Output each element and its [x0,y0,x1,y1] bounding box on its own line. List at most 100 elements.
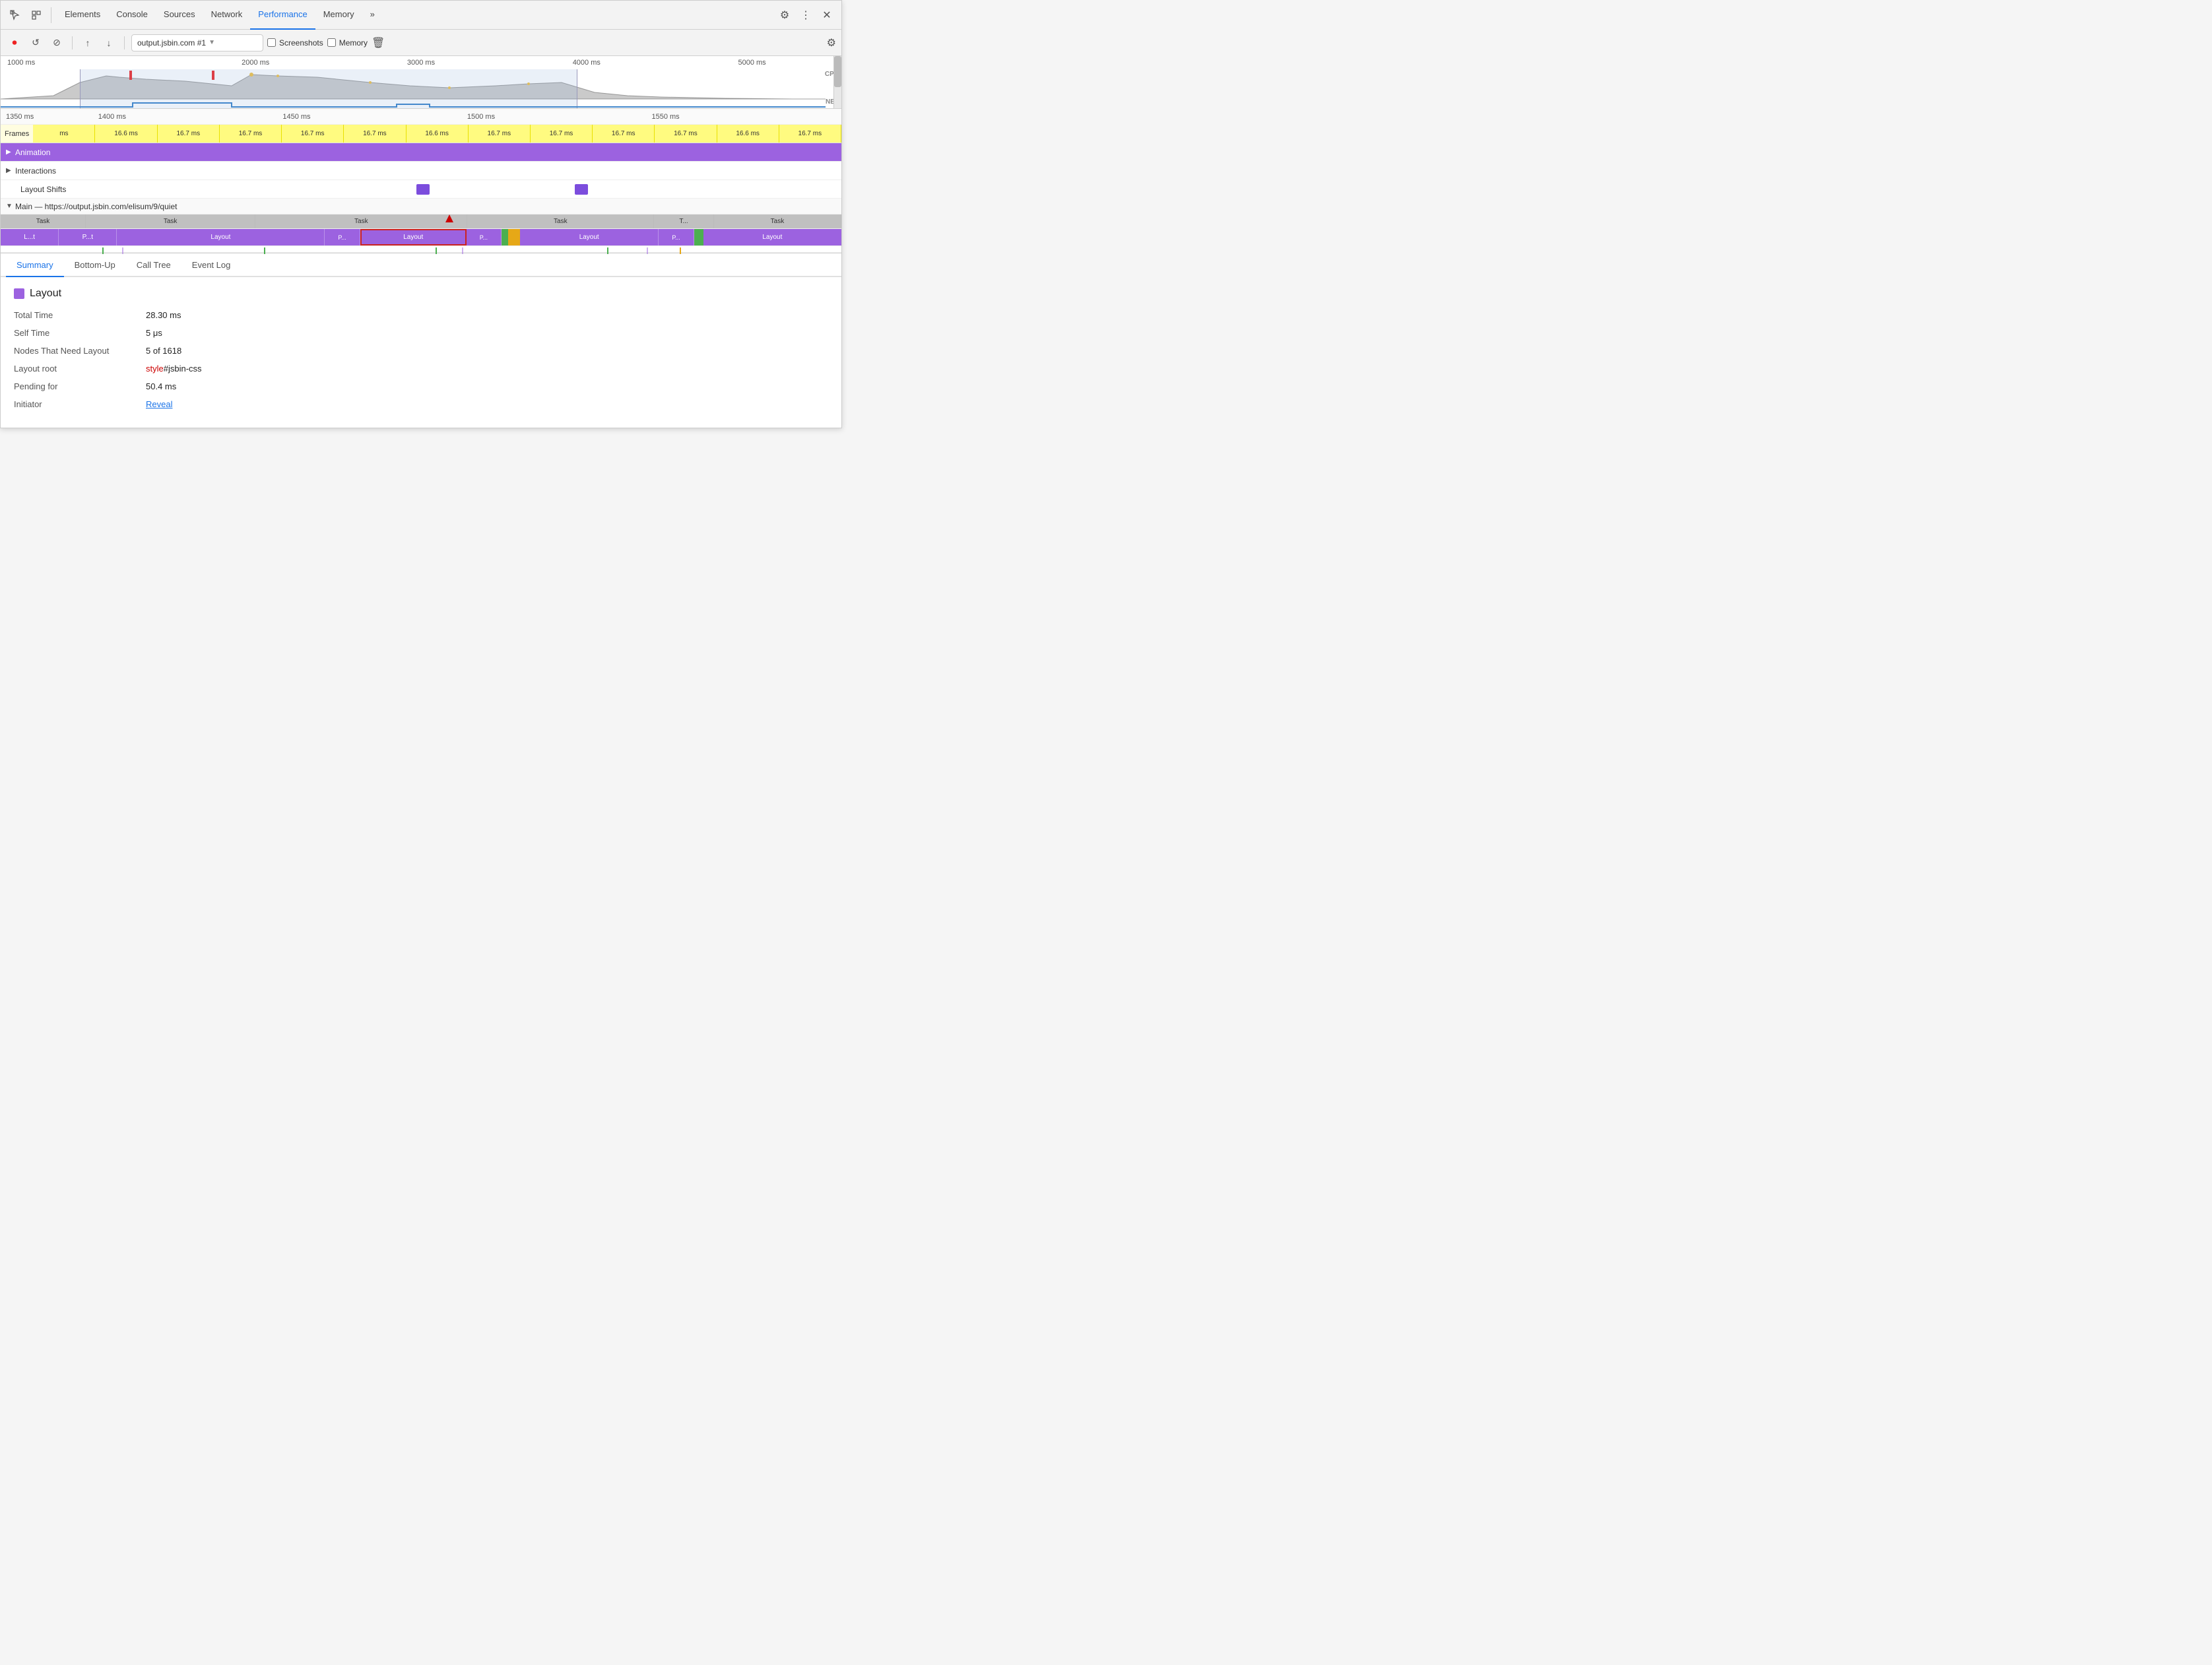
flame-p1: P... [325,229,360,245]
inspect-icon[interactable] [27,6,46,24]
nodes-key: Nodes That Need Layout [14,346,146,356]
frame-9: 16.7 ms [593,125,655,143]
devtools-window: Elements Console Sources Network Perform… [0,0,842,428]
performance-toolbar: ⏺ ↺ ⊘ ↑ ↓ output.jsbin.com #1 ▼ Screensh… [1,30,841,56]
t-tick-1400: 1400 ms [98,113,283,121]
detail-timeline: 1350 ms 1400 ms 1450 ms 1500 ms 1550 ms … [1,109,841,253]
tick-1000: 1000 ms [7,59,173,67]
t-tick-1500: 1500 ms [467,113,652,121]
tab-event-log[interactable]: Event Log [181,253,242,277]
interactions-row[interactable]: ▶ Interactions [1,162,841,180]
flame-layout-2: Layout [520,229,659,245]
bottom-panel: Summary Bottom-Up Call Tree Event Log La… [1,253,841,428]
frame-3: 16.7 ms [220,125,282,143]
long-task-marker [445,214,453,222]
flame-layout-1: Layout [117,229,325,245]
close-icon[interactable]: ✕ [818,6,836,24]
screenshots-checkbox-label[interactable]: Screenshots [267,38,323,48]
summary-title: Layout [14,288,828,300]
tab-call-tree[interactable]: Call Tree [126,253,181,277]
reload-record-button[interactable]: ↺ [27,34,44,51]
tab-performance[interactable]: Performance [250,1,315,30]
overview-scrollbar[interactable] [833,56,841,108]
flame-p2: P... [467,229,502,245]
frame-5: 16.7 ms [344,125,406,143]
download-button[interactable]: ↓ [100,34,117,51]
timeline-ruler: 1350 ms 1400 ms 1450 ms 1500 ms 1550 ms [1,109,841,125]
tick-5000: 5000 ms [669,59,835,67]
memory-checkbox-label[interactable]: Memory [327,38,368,48]
pending-val: 50.4 ms [146,381,176,391]
tab-more[interactable]: » [362,1,383,30]
total-time-val: 28.30 ms [146,310,181,320]
record-button[interactable]: ⏺ [6,34,23,51]
flame-row-1: L...t P...t Layout P... Layout P... Layo… [1,229,841,246]
screenshots-checkbox[interactable] [267,38,276,47]
sub-indicators-svg [1,247,841,254]
self-time-val: 5 μs [146,328,162,338]
tab-console[interactable]: Console [108,1,156,30]
capture-settings-icon[interactable]: ⚙ [827,36,836,49]
settings-icon[interactable]: ⚙ [775,6,794,24]
task-3: Task [467,214,654,228]
frame-2: 16.7 ms [158,125,220,143]
summary-row-initiator: Initiator Reveal [14,399,828,409]
flame-pt: P...t [59,229,117,245]
flame-orange [508,229,520,245]
style-keyword: style [146,364,164,374]
animation-expand-icon[interactable]: ▶ [6,148,15,156]
tick-3000: 3000 ms [339,59,504,67]
interactions-expand-icon[interactable]: ▶ [6,167,15,174]
cursor-icon[interactable] [6,6,24,24]
frame-12: 16.7 ms [779,125,841,143]
tab-network[interactable]: Network [203,1,251,30]
frame-4: 16.7 ms [282,125,344,143]
task-5: Task [714,214,841,228]
t-tick-1350: 1350 ms [6,113,98,121]
summary-row-layout-root: Layout root style#jsbin-css [14,364,828,374]
overview-area[interactable]: 1000 ms 2000 ms 3000 ms 4000 ms 5000 ms … [1,56,841,109]
main-tabs: Elements Console Sources Network Perform… [57,1,773,30]
main-expand-icon[interactable]: ▼ [6,203,15,210]
url-bar: output.jsbin.com #1 ▼ [131,34,263,51]
main-thread-row[interactable]: ▼ Main — https://output.jsbin.com/elisum… [1,199,841,214]
summary-row-nodes: Nodes That Need Layout 5 of 1618 [14,346,828,356]
summary-color-block [14,288,24,299]
frame-10: 16.7 ms [655,125,717,143]
topbar-right-icons: ⚙ ⋮ ✕ [775,6,836,24]
tab-memory[interactable]: Memory [315,1,362,30]
tab-bottom-up[interactable]: Bottom-Up [64,253,126,277]
tab-sources[interactable]: Sources [156,1,203,30]
flame-p3: P... [659,229,694,245]
upload-button[interactable]: ↑ [79,34,96,51]
flame-green-1 [502,229,508,245]
layout-shifts-canvas [1,180,841,198]
summary-row-self-time: Self Time 5 μs [14,328,828,338]
toolbar-sep1 [72,36,73,49]
summary-row-pending: Pending for 50.4 ms [14,381,828,391]
summary-title-text: Layout [30,288,61,300]
tab-elements[interactable]: Elements [57,1,108,30]
frames-label: Frames [1,125,33,143]
task-0: Task [1,214,86,228]
delete-button[interactable]: 🗑 [372,36,385,49]
toolbar-sep2 [124,36,125,49]
clear-button[interactable]: ⊘ [48,34,65,51]
animation-row[interactable]: ▶ Animation [1,143,841,162]
more-icon[interactable]: ⋮ [797,6,815,24]
tab-summary[interactable]: Summary [6,253,64,277]
frame-8: 16.7 ms [531,125,593,143]
overview-scrollbar-thumb[interactable] [834,56,841,87]
self-time-key: Self Time [14,328,146,338]
task-4: T... [654,214,714,228]
layout-shifts-row: Layout Shifts [1,180,841,199]
flame-layout-selected[interactable]: Layout [360,229,467,245]
interactions-label: Interactions [15,166,56,176]
overview-ruler: 1000 ms 2000 ms 3000 ms 4000 ms 5000 ms [1,56,841,69]
main-label: Main — https://output.jsbin.com/elisum/9… [15,202,177,211]
flame-layout-3: Layout [703,229,841,245]
sub-indicators-row [1,246,841,253]
nodes-val: 5 of 1618 [146,346,181,356]
memory-checkbox[interactable] [327,38,336,47]
initiator-val[interactable]: Reveal [146,399,172,409]
